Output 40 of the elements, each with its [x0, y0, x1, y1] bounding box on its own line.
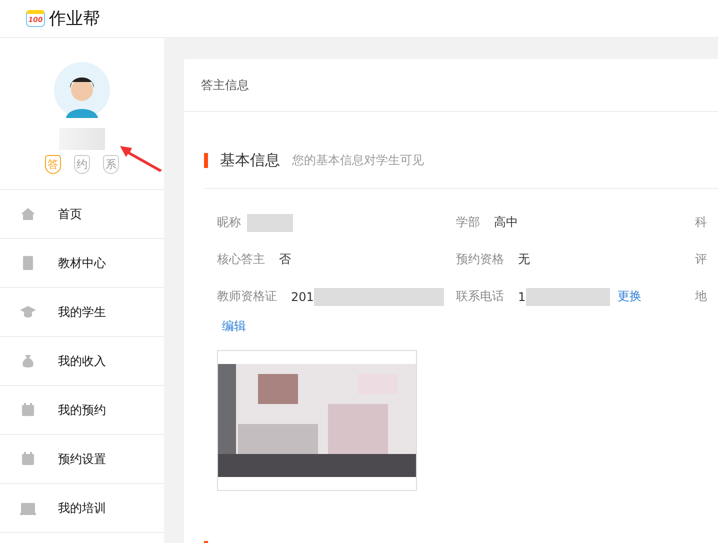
home-icon — [20, 206, 36, 222]
edit-link[interactable]: 编辑 — [222, 318, 246, 335]
field-label: 科 — [695, 214, 707, 231]
blurred-name — [59, 128, 105, 150]
badge: 答 — [45, 155, 61, 174]
field-value: 1 — [518, 290, 526, 304]
menu-item[interactable]: 首页 — [0, 190, 164, 239]
badge: 系 — [103, 155, 119, 174]
field-label: 地 — [695, 288, 707, 305]
cap-icon — [20, 304, 36, 320]
book-icon — [20, 255, 36, 271]
avatar — [54, 62, 110, 118]
menu-item[interactable]: 我的学生 — [0, 288, 164, 337]
field-value: 无 — [518, 251, 530, 268]
calendar-icon — [20, 402, 36, 418]
card-title: 答主信息 — [201, 76, 249, 94]
menu-item[interactable]: 我的预约 — [0, 386, 164, 435]
field-value: 否 — [279, 251, 291, 268]
field-label: 预约资格 — [456, 251, 504, 268]
arrow — [118, 144, 164, 172]
menu-item[interactable]: 我的培训 — [0, 484, 164, 533]
field-value: 高中 — [494, 214, 518, 231]
field-label: 教师资格证 — [217, 288, 277, 305]
section-hint: 您的基本信息对学生可见 — [292, 152, 424, 168]
field-label: 昵称 — [217, 214, 241, 231]
brand-name: 作业帮 — [49, 8, 100, 30]
board-icon — [20, 500, 36, 516]
change-link[interactable]: 更换 — [618, 288, 642, 305]
section-title: 基本信息 — [220, 150, 280, 170]
field-label: 评 — [695, 251, 707, 268]
moneybag-icon — [20, 353, 36, 369]
field-label: 学部 — [456, 214, 480, 231]
menu-item[interactable]: 我的收入 — [0, 337, 164, 386]
menu-item[interactable]: 预约设置 — [0, 435, 164, 484]
calcheck-icon — [20, 451, 36, 467]
field-label: 联系电话 — [456, 288, 504, 305]
menu-item[interactable]: 教材中心 — [0, 239, 164, 288]
field-label: 核心答主 — [217, 251, 265, 268]
field-value: 201 — [291, 290, 314, 304]
badge: 约 — [74, 155, 90, 174]
